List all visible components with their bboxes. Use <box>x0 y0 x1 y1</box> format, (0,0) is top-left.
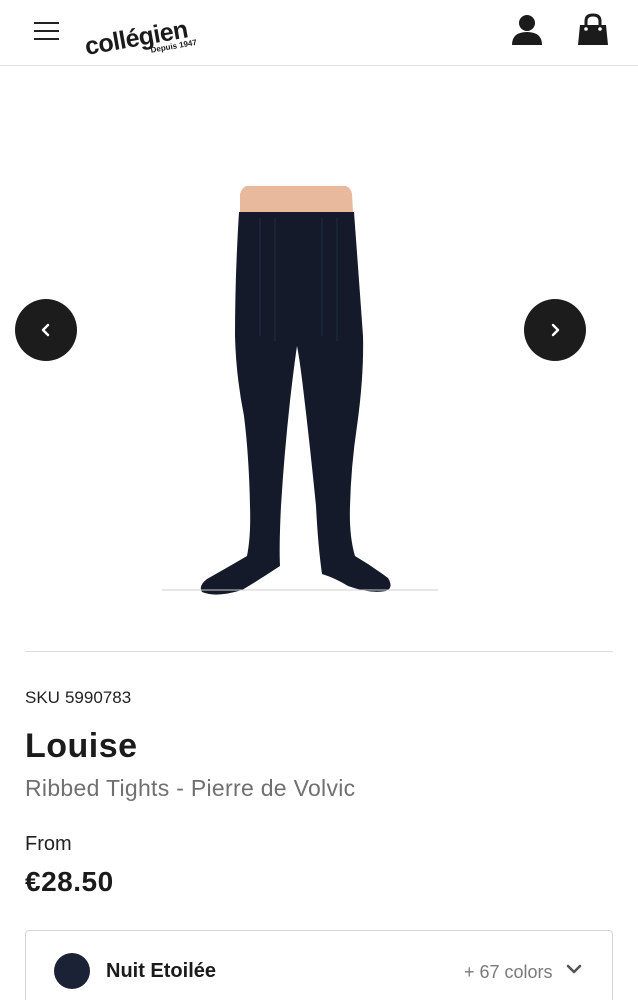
next-image-button[interactable] <box>524 299 586 361</box>
sku-value: 5990783 <box>64 688 132 707</box>
chevron-down-icon <box>566 964 582 974</box>
user-icon-graphic <box>512 15 542 45</box>
section-divider <box>25 651 613 652</box>
sku-label: SKU <box>25 688 60 707</box>
menu-bar <box>34 38 59 40</box>
color-selector-dropdown[interactable]: Nuit Etoilée + 67 colors <box>25 930 613 1000</box>
product-image <box>162 186 438 595</box>
previous-image-button[interactable] <box>15 299 77 361</box>
site-header: collégien Depuis 1947 <box>0 0 638 66</box>
selected-color-name: Nuit Etoilée <box>106 960 217 982</box>
chevron-left-icon <box>41 323 50 337</box>
brand-logo[interactable]: collégien Depuis 1947 <box>82 8 200 56</box>
brand-logo-graphic: collégien Depuis 1947 <box>83 15 198 56</box>
product-sku: SKU 5990783 <box>25 688 131 708</box>
user-icon[interactable] <box>510 13 544 47</box>
price-prefix: From <box>25 833 72 855</box>
shopping-bag-icon-graphic <box>578 13 608 45</box>
product-price: €28.50 <box>25 866 114 897</box>
chevron-right-icon <box>551 323 560 337</box>
hamburger-menu-icon[interactable] <box>34 22 60 42</box>
product-subtitle: Ribbed Tights - Pierre de Volvic <box>25 775 356 801</box>
menu-bar <box>34 22 59 24</box>
menu-bar <box>34 30 59 32</box>
shopping-bag-icon[interactable] <box>576 12 610 48</box>
product-image-gallery <box>0 66 638 648</box>
more-colors-count: + 67 colors <box>464 962 553 982</box>
product-name: Louise <box>25 727 138 765</box>
selected-color-swatch <box>54 953 90 989</box>
